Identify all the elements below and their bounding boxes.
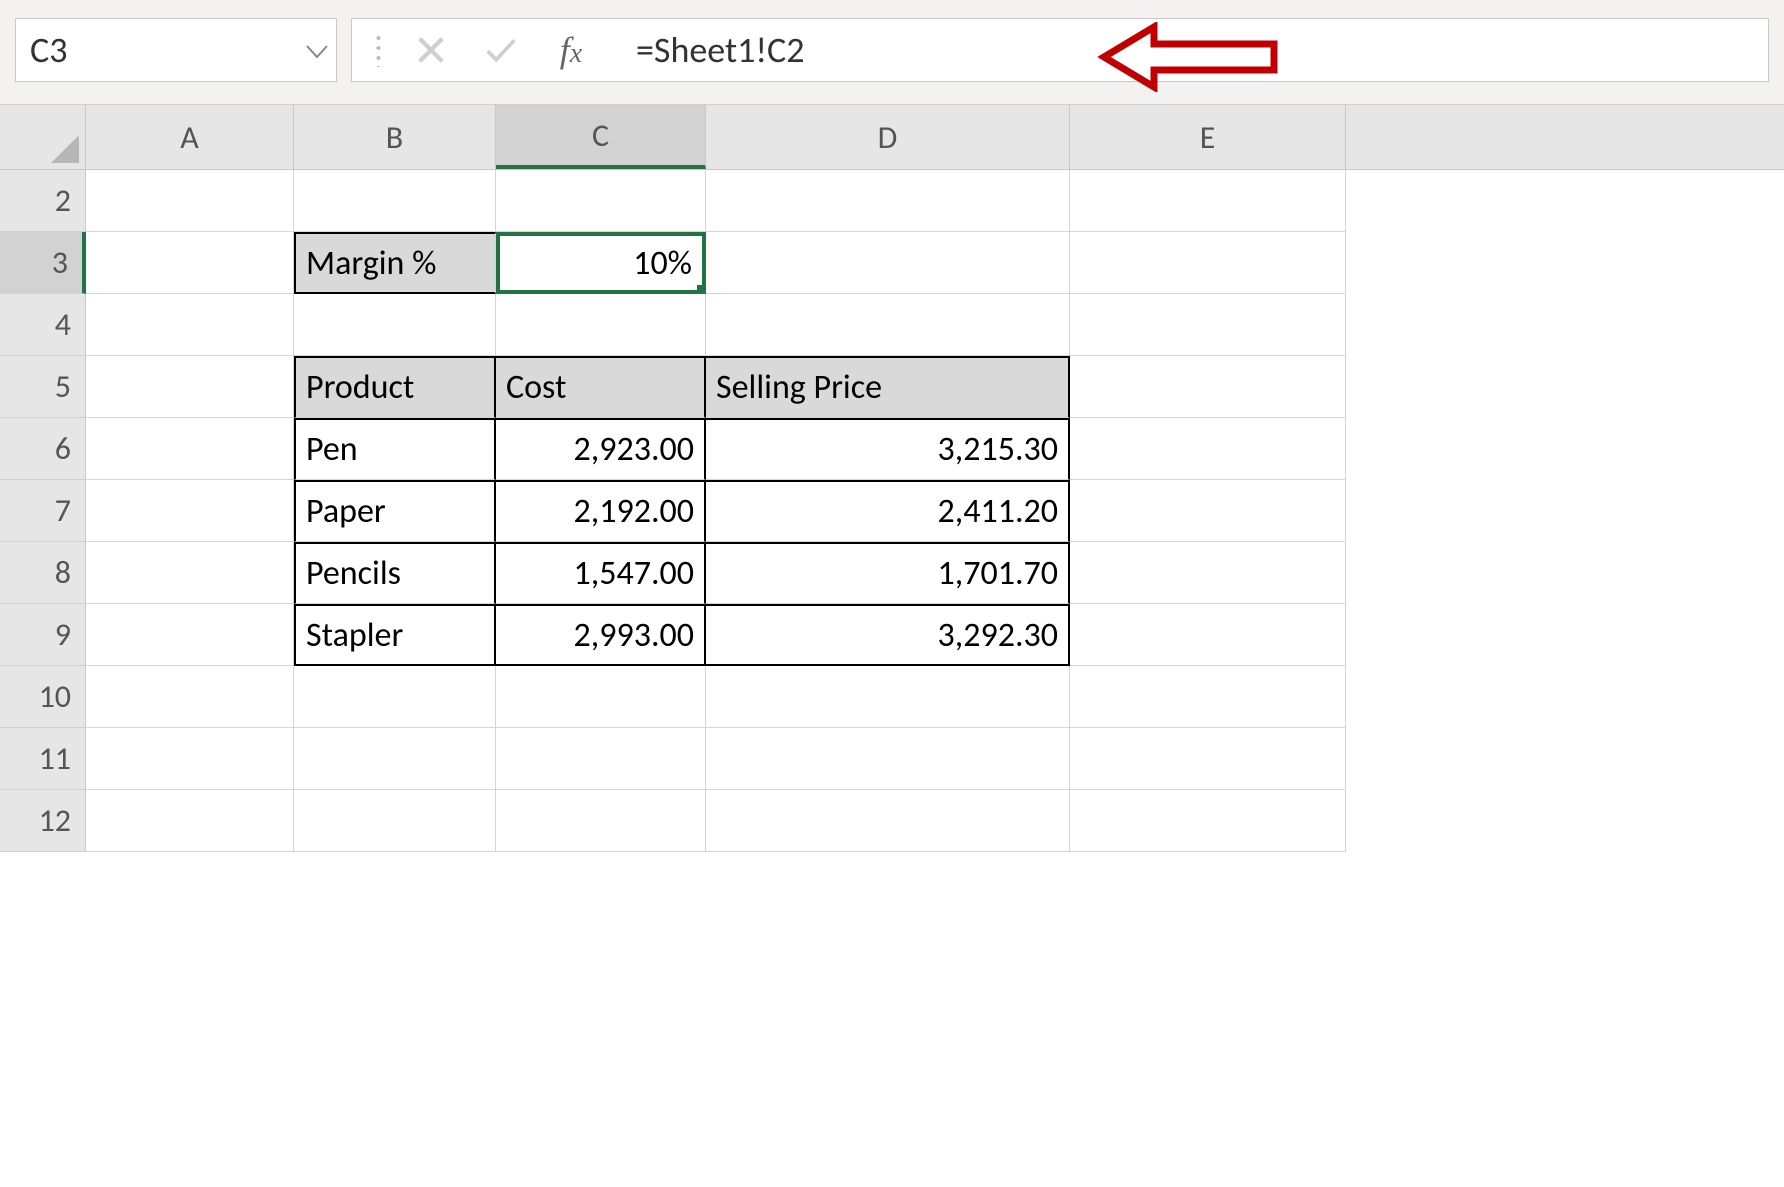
row-header-7[interactable]: 7	[0, 480, 86, 542]
cell-C6[interactable]: 2,923.00	[496, 418, 706, 480]
cell-D2[interactable]	[706, 170, 1070, 232]
cell-B12[interactable]	[294, 790, 496, 852]
row-12: 12	[0, 790, 1784, 852]
cell-A5[interactable]	[86, 356, 294, 418]
cell-A7[interactable]	[86, 480, 294, 542]
check-icon[interactable]	[466, 19, 536, 81]
formula-text: =Sheet1!C2	[636, 28, 805, 72]
formula-input[interactable]: =Sheet1!C2	[614, 18, 1769, 82]
cell-B11[interactable]	[294, 728, 496, 790]
cell-C11[interactable]	[496, 728, 706, 790]
cell-D5[interactable]: Selling Price	[706, 356, 1070, 418]
cancel-icon[interactable]	[396, 19, 466, 81]
cell-C5[interactable]: Cost	[496, 356, 706, 418]
select-all-corner[interactable]	[0, 105, 86, 169]
row-8: 8 Pencils 1,547.00 1,701.70	[0, 542, 1784, 604]
col-header-E[interactable]: E	[1070, 105, 1346, 169]
fx-icon[interactable]: fx	[536, 19, 606, 81]
cell-B8[interactable]: Pencils	[294, 542, 496, 604]
cell-A10[interactable]	[86, 666, 294, 728]
row-header-12[interactable]: 12	[0, 790, 86, 852]
cell-E3[interactable]	[1070, 232, 1346, 294]
cell-D11[interactable]	[706, 728, 1070, 790]
cell-E12[interactable]	[1070, 790, 1346, 852]
spreadsheet-grid: A B C D E 2 3 Margin % 10% 4 5 Produc	[0, 105, 1784, 852]
cell-E5[interactable]	[1070, 356, 1346, 418]
col-header-C[interactable]: C	[496, 105, 706, 169]
cell-D10[interactable]	[706, 666, 1070, 728]
cell-D9[interactable]: 3,292.30	[706, 604, 1070, 666]
cell-B10[interactable]	[294, 666, 496, 728]
cell-A6[interactable]	[86, 418, 294, 480]
cell-A3[interactable]	[86, 232, 294, 294]
cell-E11[interactable]	[1070, 728, 1346, 790]
cell-C7[interactable]: 2,192.00	[496, 480, 706, 542]
row-3: 3 Margin % 10%	[0, 232, 1784, 294]
cell-B3[interactable]: Margin %	[294, 232, 496, 294]
cell-B2[interactable]	[294, 170, 496, 232]
row-header-3[interactable]: 3	[0, 232, 86, 294]
cell-C9[interactable]: 2,993.00	[496, 604, 706, 666]
cell-C3[interactable]: 10%	[496, 232, 706, 294]
formula-toolbar: fx	[351, 18, 614, 82]
cell-C8[interactable]: 1,547.00	[496, 542, 706, 604]
cell-A9[interactable]	[86, 604, 294, 666]
cell-E2[interactable]	[1070, 170, 1346, 232]
cell-B6[interactable]: Pen	[294, 418, 496, 480]
cell-A4[interactable]	[86, 294, 294, 356]
col-header-D[interactable]: D	[706, 105, 1070, 169]
cell-B7[interactable]: Paper	[294, 480, 496, 542]
row-6: 6 Pen 2,923.00 3,215.30	[0, 418, 1784, 480]
cell-D3[interactable]	[706, 232, 1070, 294]
cell-D6[interactable]: 3,215.30	[706, 418, 1070, 480]
grip-icon	[360, 33, 396, 67]
row-header-4[interactable]: 4	[0, 294, 86, 356]
row-11: 11	[0, 728, 1784, 790]
cell-E8[interactable]	[1070, 542, 1346, 604]
row-10: 10	[0, 666, 1784, 728]
cell-E6[interactable]	[1070, 418, 1346, 480]
cell-C4[interactable]	[496, 294, 706, 356]
col-header-A[interactable]: A	[86, 105, 294, 169]
row-2: 2	[0, 170, 1784, 232]
cell-D12[interactable]	[706, 790, 1070, 852]
cell-C10[interactable]	[496, 666, 706, 728]
cell-B5[interactable]: Product	[294, 356, 496, 418]
name-box[interactable]: C3	[15, 18, 337, 82]
cell-D7[interactable]: 2,411.20	[706, 480, 1070, 542]
formula-bar-area: C3 fx =Sheet1!C2	[0, 0, 1784, 105]
col-header-B[interactable]: B	[294, 105, 496, 169]
cell-A8[interactable]	[86, 542, 294, 604]
row-header-11[interactable]: 11	[0, 728, 86, 790]
cell-D4[interactable]	[706, 294, 1070, 356]
row-header-2[interactable]: 2	[0, 170, 86, 232]
name-box-value: C3	[30, 28, 67, 72]
row-header-6[interactable]: 6	[0, 418, 86, 480]
cell-E9[interactable]	[1070, 604, 1346, 666]
row-5: 5 Product Cost Selling Price	[0, 356, 1784, 418]
cell-E4[interactable]	[1070, 294, 1346, 356]
row-header-10[interactable]: 10	[0, 666, 86, 728]
cell-A12[interactable]	[86, 790, 294, 852]
cell-D8[interactable]: 1,701.70	[706, 542, 1070, 604]
cell-E10[interactable]	[1070, 666, 1346, 728]
cell-A11[interactable]	[86, 728, 294, 790]
cell-C12[interactable]	[496, 790, 706, 852]
cell-C2[interactable]	[496, 170, 706, 232]
row-7: 7 Paper 2,192.00 2,411.20	[0, 480, 1784, 542]
row-9: 9 Stapler 2,993.00 3,292.30	[0, 604, 1784, 666]
cell-E7[interactable]	[1070, 480, 1346, 542]
column-headers: A B C D E	[0, 105, 1784, 170]
cell-A2[interactable]	[86, 170, 294, 232]
cell-B9[interactable]: Stapler	[294, 604, 496, 666]
row-4: 4	[0, 294, 1784, 356]
chevron-down-icon[interactable]	[306, 34, 328, 66]
row-header-8[interactable]: 8	[0, 542, 86, 604]
cell-B4[interactable]	[294, 294, 496, 356]
row-header-9[interactable]: 9	[0, 604, 86, 666]
row-header-5[interactable]: 5	[0, 356, 86, 418]
